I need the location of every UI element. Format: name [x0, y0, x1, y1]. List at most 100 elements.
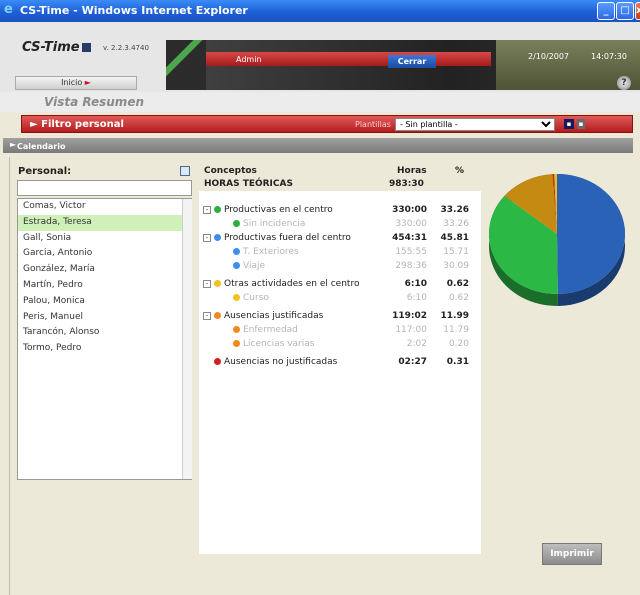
concepto-horas: 6:10	[404, 279, 427, 289]
concepto-horas: 02:27	[398, 357, 427, 367]
header-graphic	[166, 40, 206, 90]
col-conceptos: Conceptos	[204, 166, 257, 176]
collapse-icon[interactable]: -	[203, 206, 211, 214]
concepto-row[interactable]: - Productivas fuera del centro 454:31 45.81	[199, 231, 481, 245]
plantillas-label: Plantillas	[355, 120, 391, 129]
concepto-row[interactable]: - Otras actividades en el centro 6:10 0.62	[199, 277, 481, 291]
concepto-horas: 117:00	[395, 325, 427, 335]
concepto-horas: 6:10	[406, 293, 427, 303]
collapse-icon[interactable]: -	[203, 234, 211, 242]
personal-list-item[interactable]: Comas, Victor	[18, 199, 191, 215]
horas-teoricas-label: HORAS TEÓRICAS	[204, 179, 293, 189]
current-user: Admin	[236, 55, 262, 64]
personal-search-input[interactable]	[17, 180, 192, 196]
concepto-pct: 11.99	[440, 311, 469, 321]
concepto-row[interactable]: Sin incidencia 330:00 33.26	[199, 217, 481, 231]
concepto-name: Sin incidencia	[243, 219, 306, 229]
concepto-row[interactable]: T. Exteriores 155:55 15.71	[199, 245, 481, 259]
color-dot-icon	[214, 312, 221, 319]
save-icon[interactable]: ▪	[564, 119, 574, 129]
calendar-bar[interactable]: ► Calendario	[3, 138, 633, 153]
minimize-button[interactable]: _	[597, 2, 615, 20]
concepto-name: Productivas en el centro	[224, 205, 333, 215]
select-all-icon[interactable]	[180, 166, 190, 176]
current-date: 2/10/2007	[528, 52, 570, 61]
help-icon[interactable]: ?	[617, 76, 631, 90]
arrow-right-icon: ►	[84, 78, 91, 87]
color-dot-icon	[214, 358, 221, 365]
view-title: Vista Resumen	[44, 95, 144, 109]
color-dot-icon	[214, 234, 221, 241]
concepto-horas: 119:02	[392, 311, 427, 321]
personal-list-item[interactable]: Martín, Pedro	[18, 278, 191, 294]
close-button[interactable]: x	[635, 2, 640, 20]
view-title-bar: Vista Resumen	[0, 92, 640, 112]
concepto-horas: 454:31	[392, 233, 427, 243]
maximize-button[interactable]: □	[616, 2, 634, 20]
concepto-name: T. Exteriores	[243, 247, 299, 257]
collapse-icon[interactable]: -	[203, 312, 211, 320]
color-dot-icon	[233, 262, 240, 269]
concepto-row[interactable]: - Ausencias justificadas 119:02 11.99	[199, 309, 481, 323]
concepto-pct: 33.26	[440, 205, 469, 215]
concepto-pct: 0.31	[446, 357, 469, 367]
personal-list-item[interactable]: Tarancón, Alonso	[18, 325, 191, 341]
concepto-name: Curso	[243, 293, 269, 303]
concepto-row[interactable]: - Productivas en el centro 330:00 33.26	[199, 203, 481, 217]
internet-explorer-icon: e	[4, 2, 13, 17]
concepto-pct: 0.62	[446, 279, 469, 289]
concepto-horas: 298:36	[395, 261, 427, 271]
personal-list-item[interactable]: Garcia, Antonio	[18, 246, 191, 262]
concepto-row[interactable]: Viaje 298:36 30.09	[199, 259, 481, 273]
concepto-row[interactable]: Licencias varias 2:02 0.20	[199, 337, 481, 351]
concepto-row[interactable]: Enfermedad 117:00 11.79	[199, 323, 481, 337]
color-dot-icon	[233, 248, 240, 255]
concepto-pct: 33.26	[443, 219, 469, 229]
personal-list-item[interactable]: Tormo, Pedro	[18, 341, 191, 357]
trash-icon[interactable]: ▪	[577, 119, 585, 129]
personal-list-item[interactable]: Gall, Sonia	[18, 231, 191, 247]
concepto-name: Viaje	[243, 261, 266, 271]
col-pct: %	[455, 166, 465, 176]
filter-bar[interactable]: ► Filtro personal Plantillas - Sin plant…	[21, 115, 633, 133]
concepto-name: Enfermedad	[243, 325, 298, 335]
plantilla-select[interactable]: - Sin plantilla -	[395, 118, 555, 131]
horas-teoricas-value: 983:30	[389, 179, 424, 189]
concepto-horas: 155:55	[395, 247, 427, 257]
personal-list-item[interactable]: González, María	[18, 262, 191, 278]
concepto-row[interactable]: Curso 6:10 0.62	[199, 291, 481, 305]
personal-list-item[interactable]: Estrada, Teresa	[18, 214, 191, 231]
print-button[interactable]: Imprimir	[542, 543, 602, 565]
filter-label[interactable]: ► Filtro personal	[30, 119, 124, 130]
conceptos-panel: Conceptos Horas % HORAS TEÓRICAS 983:30 …	[199, 163, 481, 554]
concepto-pct: 11.79	[443, 325, 469, 335]
concepto-pct: 45.81	[440, 233, 469, 243]
personal-list: Comas, Victor Estrada, Teresa Gall, Sonia G…	[17, 198, 192, 480]
pie-chart	[489, 174, 626, 306]
collapse-icon[interactable]: -	[203, 280, 211, 288]
color-dot-icon	[233, 294, 240, 301]
col-horas: Horas	[397, 166, 427, 176]
color-dot-icon	[214, 206, 221, 213]
personal-list-item[interactable]: Palou, Monica	[18, 294, 191, 310]
color-dot-icon	[214, 280, 221, 287]
logout-button[interactable]: Cerrar	[388, 55, 436, 68]
date-time: 2/10/2007 14:07:30	[528, 52, 627, 61]
concepto-pct: 15.71	[443, 247, 469, 257]
inicio-label: Inicio	[61, 78, 83, 87]
concepto-pct: 30.09	[443, 261, 469, 271]
app-header: CS-Time v. 2.2.3.4740 Inicio ► Admin Cer…	[0, 22, 640, 92]
personal-list-item[interactable]: Peris, Manuel	[18, 310, 191, 326]
current-time: 14:07:30	[591, 52, 627, 61]
header-red-bar	[181, 52, 491, 66]
concepto-row[interactable]: Ausencias no justificadas 02:27 0.31	[199, 355, 481, 369]
calendar-label[interactable]: ► Calendario	[10, 140, 65, 151]
concepto-name: Ausencias justificadas	[224, 311, 324, 321]
pie-slices	[489, 174, 626, 294]
concepto-horas: 330:00	[392, 205, 427, 215]
inicio-button[interactable]: Inicio ►	[15, 76, 137, 90]
personal-list-scrollbar[interactable]	[182, 199, 192, 479]
personal-header: Personal:	[18, 166, 72, 177]
color-dot-icon	[233, 326, 240, 333]
app-logo: CS-Time	[22, 40, 93, 55]
